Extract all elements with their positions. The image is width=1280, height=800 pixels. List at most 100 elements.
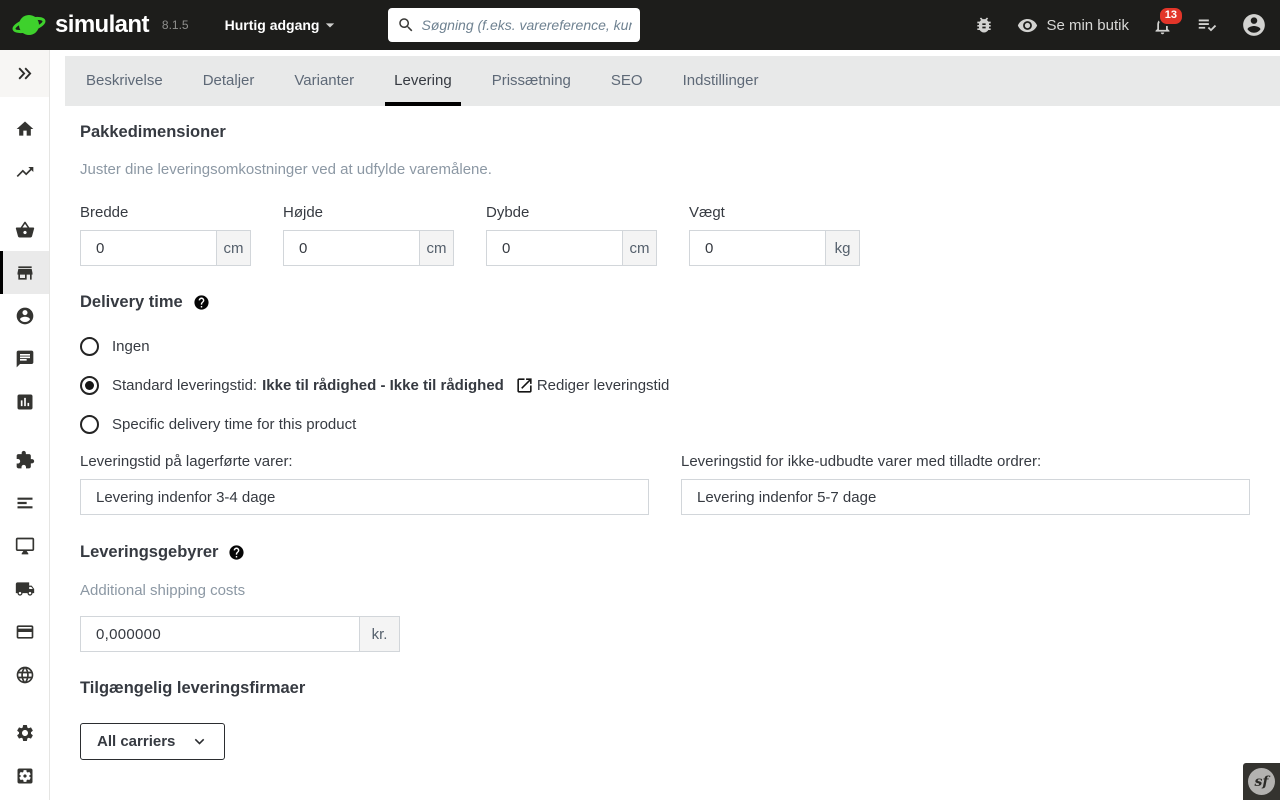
sidebar-item-advanced-parameters[interactable]: [0, 754, 49, 797]
in-stock-delivery-input[interactable]: [80, 479, 649, 515]
monitor-icon: [15, 537, 34, 554]
width-field-group: Bredde cm: [80, 204, 251, 266]
option-none-label: Ingen: [112, 338, 150, 355]
symfony-profiler-badge[interactable]: sf: [1243, 763, 1280, 800]
sidebar-item-home[interactable]: [0, 107, 49, 150]
option-specific-row: Specific delivery time for this product: [80, 414, 1250, 435]
notifications-button[interactable]: 13: [1152, 5, 1184, 36]
delivery-time-help-icon[interactable]: [193, 294, 210, 311]
quick-access-label: Hurtig adgang: [224, 17, 320, 33]
oos-delivery-input[interactable]: [681, 479, 1250, 515]
width-input[interactable]: [81, 231, 216, 265]
shipping-cost-field-group: kr.: [80, 616, 400, 652]
sidebar: [0, 50, 50, 800]
sidebar-item-international[interactable]: [0, 653, 49, 696]
depth-unit-addon: cm: [622, 231, 656, 265]
eye-icon: [1018, 18, 1038, 32]
main-area: Beskrivelse Detaljer Varianter Levering …: [50, 50, 1280, 760]
option-none-row: Ingen: [80, 336, 1250, 357]
avatar-icon: [1243, 14, 1265, 36]
delivery-time-heading: Delivery time: [80, 293, 1250, 312]
edit-delivery-time-link[interactable]: Rediger leveringstid: [515, 376, 670, 395]
sidebar-item-orders[interactable]: [0, 208, 49, 251]
available-carriers-heading: Tilgængelig leveringsfirmaer: [80, 679, 306, 697]
sidebar-item-design[interactable]: [0, 481, 49, 524]
sidebar-item-shop-parameters[interactable]: [0, 711, 49, 754]
sidebar-expand-button[interactable]: [0, 50, 49, 97]
sidebar-item-design-monitor[interactable]: [0, 524, 49, 567]
double-chevron-right-icon: [18, 67, 32, 80]
sidebar-item-catalog[interactable]: [0, 251, 49, 294]
sidebar-item-payment[interactable]: [0, 610, 49, 653]
shipping-fees-heading: Leveringsgebyrer: [80, 543, 1250, 562]
brand-name: simulant: [55, 11, 149, 38]
width-label: Bredde: [80, 204, 129, 221]
depth-field-group: Dybde cm: [486, 204, 657, 266]
dimension-fields-row: Bredde cm Højde cm Dybde cm: [80, 204, 1250, 266]
height-unit-addon: cm: [419, 231, 453, 265]
symfony-logo-icon: sf: [1248, 768, 1275, 795]
additional-shipping-costs-label: Additional shipping costs: [80, 582, 246, 599]
topbar: simulant 8.1.5 Hurtig adgang Se min buti…: [0, 0, 1280, 50]
gear-square-icon: [17, 768, 32, 783]
topbar-actions: Se min butik 13: [974, 5, 1280, 38]
shipping-fees-help-icon[interactable]: [228, 544, 245, 561]
activity-list-button[interactable]: [1196, 14, 1218, 36]
version-label: 8.1.5: [161, 18, 189, 32]
tab-content: Pakkedimensioner Juster dine leveringsom…: [50, 106, 1280, 760]
carriers-dropdown[interactable]: All carriers: [80, 723, 226, 760]
playlist-check-icon: [1198, 19, 1217, 32]
tab-seo[interactable]: SEO: [611, 56, 643, 106]
radio-none[interactable]: [80, 337, 99, 356]
edit-delivery-time-label: Rediger leveringstid: [536, 377, 670, 394]
tab-detaljer[interactable]: Detaljer: [203, 56, 255, 106]
quick-access-menu[interactable]: Hurtig adgang: [225, 15, 341, 35]
search-input[interactable]: [388, 8, 641, 42]
radio-default[interactable]: [80, 376, 99, 395]
height-field-group: Højde cm: [283, 204, 454, 266]
weight-input[interactable]: [690, 231, 825, 265]
tab-prissaetning[interactable]: Prissætning: [492, 56, 571, 106]
chevron-down-icon: [195, 738, 205, 745]
sidebar-item-stats[interactable]: [0, 380, 49, 423]
debug-mode-icon[interactable]: [974, 15, 994, 35]
delivery-time-options: Ingen Standard leveringstid: Ikke til rå…: [80, 336, 1250, 435]
truck-icon: [15, 581, 34, 596]
external-link-icon: [517, 378, 532, 393]
shipping-fees-heading-text: Leveringsgebyrer: [80, 543, 219, 561]
height-label: Højde: [283, 204, 324, 221]
radio-specific[interactable]: [80, 415, 99, 434]
profile-button[interactable]: [1241, 12, 1267, 38]
trending-up-icon: [16, 166, 33, 177]
sidebar-item-shipping[interactable]: [0, 567, 49, 610]
depth-input[interactable]: [487, 231, 622, 265]
brand-logo[interactable]: simulant: [0, 10, 149, 40]
text-lines-icon: [17, 497, 32, 508]
weight-unit-addon: kg: [825, 231, 859, 265]
sidebar-item-modules[interactable]: [0, 438, 49, 481]
package-dimensions-heading: Pakkedimensioner: [80, 123, 226, 141]
tab-beskrivelse[interactable]: Beskrivelse: [86, 56, 163, 106]
currency-addon: kr.: [359, 617, 399, 651]
tab-levering[interactable]: Levering: [385, 56, 461, 106]
width-unit-addon: cm: [216, 231, 250, 265]
chat-icon: [16, 350, 33, 367]
option-default-value: Ikke til rådighed - Ikke til rådighed: [262, 377, 504, 394]
delivery-time-heading-text: Delivery time: [80, 293, 183, 311]
home-icon: [16, 121, 33, 136]
notifications-count-badge: 13: [1157, 5, 1184, 26]
tab-indstillinger[interactable]: Indstillinger: [683, 56, 759, 106]
option-specific-label: Specific delivery time for this product: [112, 416, 357, 433]
sidebar-item-customers[interactable]: [0, 294, 49, 337]
global-search: [388, 8, 641, 42]
weight-label: Vægt: [689, 204, 725, 221]
in-stock-delivery-label: Leveringstid på lagerførte varer:: [80, 453, 293, 470]
tab-varianter[interactable]: Varianter: [294, 56, 354, 106]
height-input[interactable]: [284, 231, 419, 265]
view-shop-link[interactable]: Se min butik: [1017, 15, 1129, 36]
shopping-basket-icon: [15, 221, 34, 237]
shipping-cost-input[interactable]: [81, 617, 359, 651]
sidebar-item-dashboard[interactable]: [0, 150, 49, 193]
credit-card-icon: [16, 624, 33, 639]
sidebar-item-customer-service[interactable]: [0, 337, 49, 380]
